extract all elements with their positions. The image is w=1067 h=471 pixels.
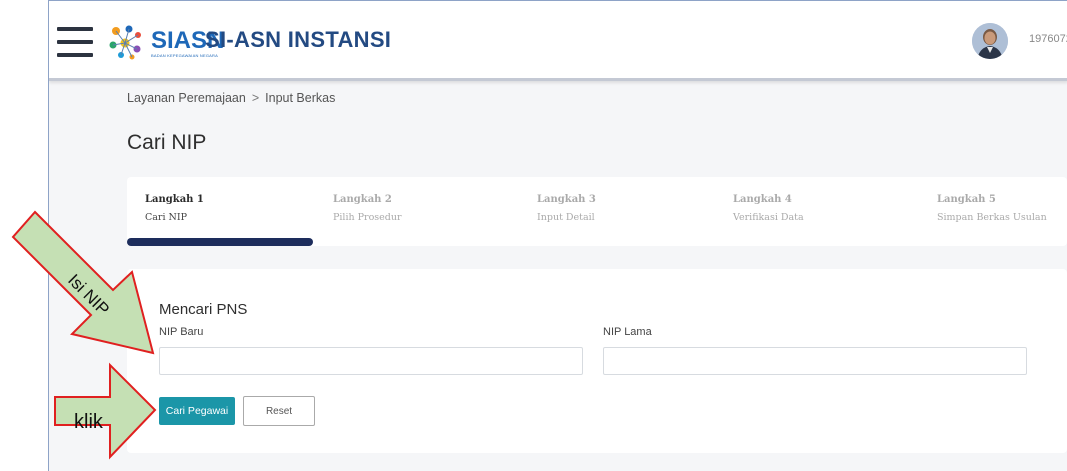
arrow-klik-text: klik [74,411,104,433]
arrow-klik-shape [54,362,157,460]
tutorial-annotations: Isi NIP klik [11,210,157,460]
arrow-klik: klik [54,362,157,460]
arrow-isi-nip: Isi NIP [11,210,155,355]
